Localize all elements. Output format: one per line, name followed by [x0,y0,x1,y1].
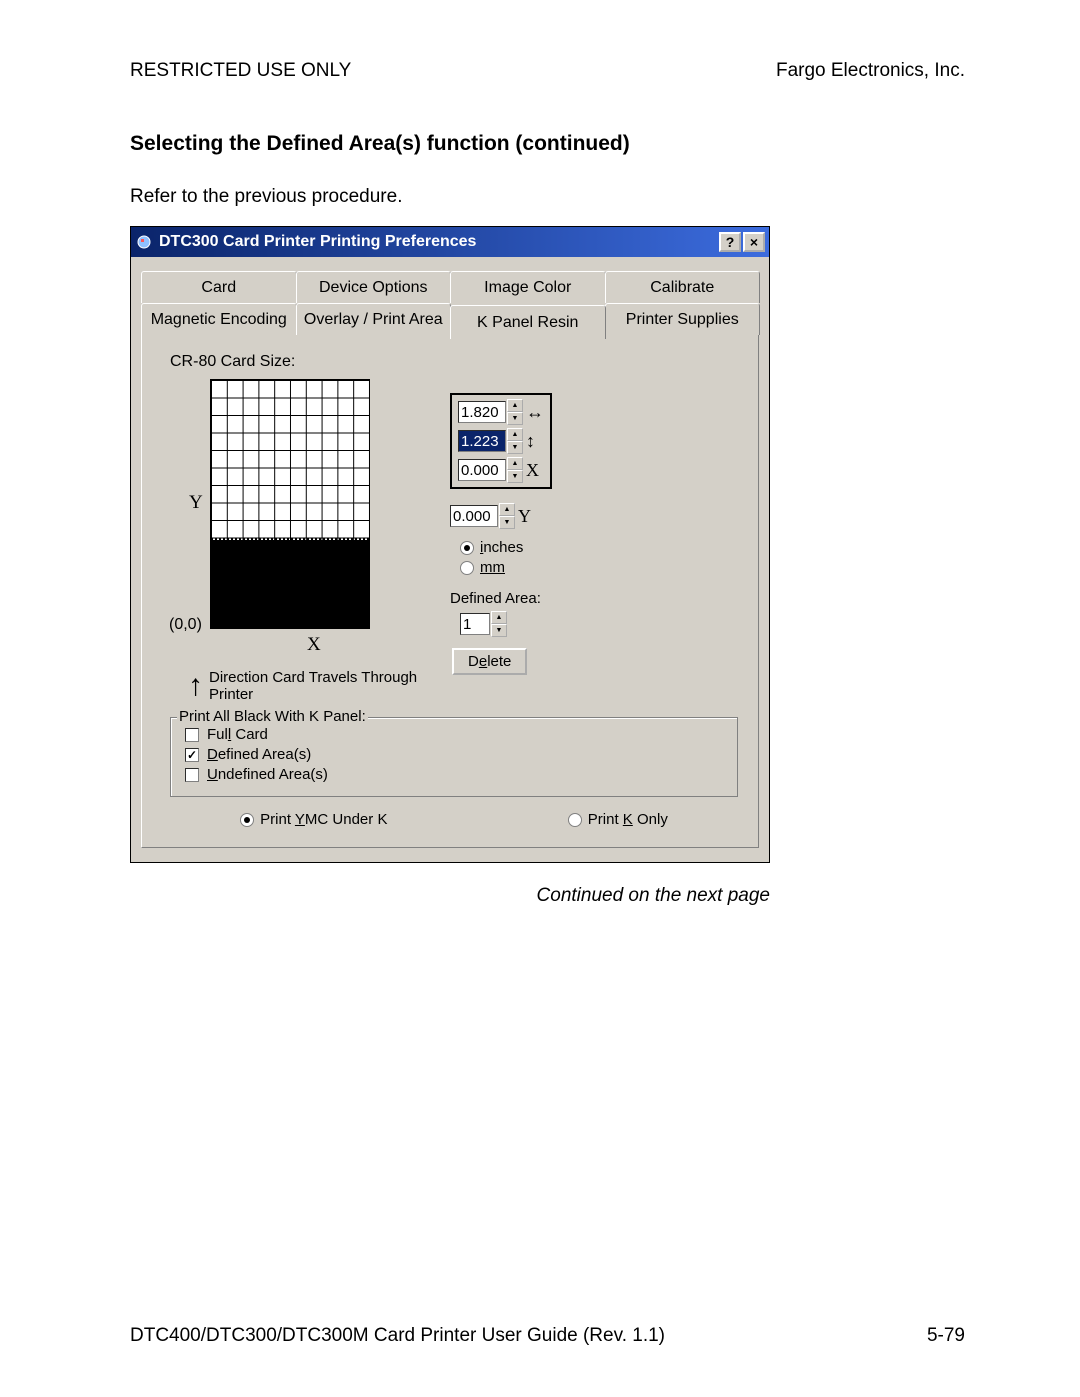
page-footer: DTC400/DTC300/DTC300M Card Printer User … [130,1325,965,1347]
k-panel-legend: Print All Black With K Panel: [177,708,368,725]
arrow-up-icon: ↑ [188,676,203,696]
tab-card[interactable]: Card [141,271,297,303]
page-header: RESTRICTED USE ONLY Fargo Electronics, I… [130,60,965,82]
radio-print-ymc-ctrl[interactable] [240,813,254,827]
width-spinner[interactable]: ▲▼ ↔ [458,399,544,425]
radio-inches[interactable]: inches [460,539,650,556]
unit-radios: inches mm [460,539,650,576]
radio-inches-ctrl[interactable] [460,541,474,555]
x-offset-down[interactable]: ▼ [507,470,523,483]
origin-label: (0,0) [169,616,202,634]
check-full-card-ctrl[interactable] [185,728,199,742]
dialog-body: Card Device Options Image Color Calibrat… [131,257,769,862]
check-undefined-areas-ctrl[interactable] [185,768,199,782]
direction-note: ↑ Direction Card Travels Through Printer [188,669,430,703]
tab-device-options[interactable]: Device Options [296,271,452,303]
footer-right: 5-79 [927,1325,965,1347]
radio-mm-label: mm [480,559,505,576]
print-options: Print YMC Under K Print K Only [170,811,738,831]
preferences-dialog: DTC300 Card Printer Printing Preferences… [130,226,770,863]
intro-text: Refer to the previous procedure. [130,186,965,208]
radio-mm[interactable]: mm [460,559,650,576]
y-offset-up[interactable]: ▲ [499,503,515,516]
y-axis-label: Y [189,492,203,514]
header-left: RESTRICTED USE ONLY [130,60,351,82]
dimensions-group: ▲▼ ↔ ▲▼ ↕ ▲▼ X [450,393,552,489]
width-up[interactable]: ▲ [507,399,523,412]
radio-print-k-only-ctrl[interactable] [568,813,582,827]
continued-note: Continued on the next page [130,885,770,907]
radio-print-ymc[interactable]: Print YMC Under K [240,811,387,828]
width-down[interactable]: ▼ [507,412,523,425]
defined-area-up[interactable]: ▲ [491,611,507,624]
tab-k-panel-resin[interactable]: K Panel Resin [450,305,606,339]
height-input[interactable] [458,430,506,452]
section-title: Selecting the Defined Area(s) function (… [130,132,965,156]
x-offset-input[interactable] [458,459,506,481]
delete-button[interactable]: Delete [452,648,527,675]
k-panel-fieldset: Print All Black With K Panel: Full Card … [170,717,738,797]
height-icon: ↕ [526,431,535,452]
defined-area-input[interactable] [460,613,490,635]
dialog-title: DTC300 Card Printer Printing Preferences [159,233,717,251]
radio-inches-label: nches [483,539,523,556]
document-page: RESTRICTED USE ONLY Fargo Electronics, I… [0,0,1080,1397]
x-offset-spinner[interactable]: ▲▼ X [458,457,544,483]
height-up[interactable]: ▲ [507,428,523,441]
card-preview[interactable]: Y (0,0) X [210,379,370,629]
x-offset-up[interactable]: ▲ [507,457,523,470]
card-preview-column: Y (0,0) X ↑ Direction Card Travels Throu… [170,379,430,703]
defined-area-down[interactable]: ▼ [491,624,507,637]
tab-calibrate[interactable]: Calibrate [605,271,761,303]
titlebar[interactable]: DTC300 Card Printer Printing Preferences… [131,227,769,257]
tab-image-color[interactable]: Image Color [450,271,606,303]
height-spinner[interactable]: ▲▼ ↕ [458,428,544,454]
card-size-label: CR-80 Card Size: [170,353,738,371]
help-button[interactable]: ? [719,232,741,252]
width-icon: ↔ [526,402,544,423]
defined-area-label: Defined Area: [450,590,650,607]
x-icon: X [526,460,539,481]
defined-area-fill [211,540,369,628]
check-full-card[interactable]: Full Card [185,726,723,743]
check-undefined-areas[interactable]: Undefined Area(s) [185,766,723,783]
y-offset-spinner[interactable]: ▲▼ Y [450,503,650,529]
tab-content: CR-80 Card Size: Y (0,0) X ↑ [141,335,759,848]
defined-area-spinner[interactable]: ▲▼ [460,611,650,637]
tab-printer-supplies[interactable]: Printer Supplies [605,303,761,335]
close-button[interactable]: × [743,232,765,252]
check-defined-areas[interactable]: ✓ Defined Area(s) [185,746,723,763]
tab-strip: Card Device Options Image Color Calibrat… [141,271,759,335]
radio-print-k-only[interactable]: Print K Only [568,811,668,828]
y-icon: Y [518,506,531,527]
y-offset-down[interactable]: ▼ [499,516,515,529]
check-defined-areas-ctrl[interactable]: ✓ [185,748,199,762]
height-down[interactable]: ▼ [507,441,523,454]
tab-overlay-print-area[interactable]: Overlay / Print Area [296,303,452,335]
app-icon [135,233,153,251]
y-offset-input[interactable] [450,505,498,527]
x-axis-label: X [307,634,321,656]
radio-mm-ctrl[interactable] [460,561,474,575]
tab-magnetic-encoding[interactable]: Magnetic Encoding [141,303,297,335]
controls-column: ▲▼ ↔ ▲▼ ↕ ▲▼ X [450,379,650,675]
direction-text: Direction Card Travels Through Printer [209,669,430,703]
width-input[interactable] [458,401,506,423]
header-right: Fargo Electronics, Inc. [776,60,965,82]
footer-left: DTC400/DTC300/DTC300M Card Printer User … [130,1325,665,1347]
